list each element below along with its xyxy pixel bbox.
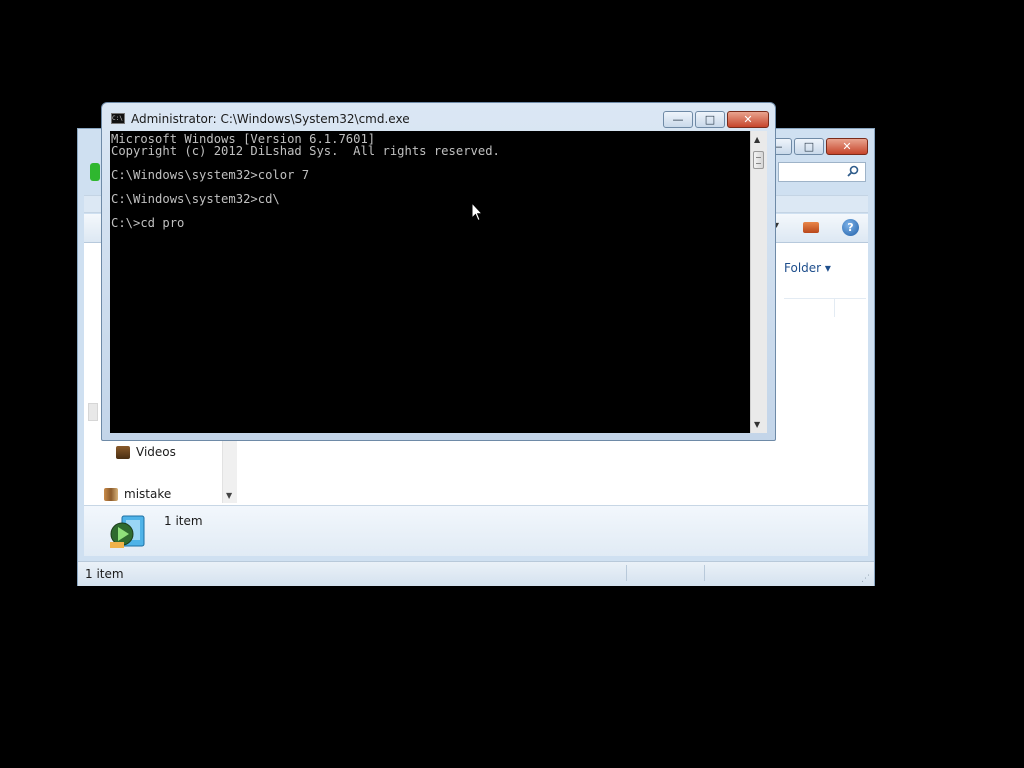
cmd-minimize-button[interactable]: —	[663, 111, 693, 128]
console-text: Microsoft Windows [Version 6.1.7601] Cop…	[110, 131, 750, 229]
scroll-down-icon[interactable]: ▼	[226, 491, 232, 500]
search-input[interactable]	[778, 162, 866, 182]
console-line: C:\Windows\system32>color 7	[111, 168, 310, 182]
nav-item-videos[interactable]: Videos	[116, 445, 176, 459]
nav-item-label: mistake	[124, 487, 172, 501]
nav-item-mistake[interactable]: mistake	[104, 487, 171, 501]
nav-scrollbar[interactable]: ▼	[222, 441, 237, 503]
console-line: Copyright (c) 2012 DiLshad Sys. All righ…	[111, 144, 500, 158]
scroll-up-icon[interactable]: ▲	[754, 135, 760, 144]
column-divider	[834, 299, 835, 317]
resize-grip-icon[interactable]: ⋰	[861, 574, 870, 584]
back-button[interactable]	[90, 163, 100, 181]
console-scrollbar[interactable]: ▲ ▼	[750, 131, 767, 433]
details-pane: 1 item	[84, 505, 868, 556]
status-divider	[704, 565, 705, 581]
column-divider	[784, 298, 866, 299]
nav-item-label: Videos	[136, 445, 176, 459]
explorer-window-controls: — □ ✕	[762, 138, 868, 155]
cmd-titlebar[interactable]: C:\ Administrator: C:\Windows\System32\c…	[102, 103, 775, 131]
scroll-down-icon[interactable]: ▼	[754, 420, 760, 429]
item-count: 1 item	[164, 514, 203, 528]
media-player-icon	[108, 512, 148, 552]
search-icon[interactable]	[847, 165, 859, 180]
console-line: C:\Windows\system32>cd\	[111, 192, 280, 206]
explorer-maximize-button[interactable]: □	[794, 138, 824, 155]
preview-pane-icon[interactable]	[803, 222, 819, 233]
console-output[interactable]: Microsoft Windows [Version 6.1.7601] Cop…	[110, 131, 750, 433]
navigation-pane: Videos mistake	[84, 441, 244, 503]
nav-scroll-thumb[interactable]	[88, 403, 98, 421]
mouse-cursor-icon	[471, 201, 484, 226]
arrange-by-folder-button[interactable]: Folder ▾	[784, 261, 831, 275]
cmd-close-button[interactable]: ✕	[727, 111, 769, 128]
status-bar: 1 item ⋰	[78, 561, 874, 586]
status-text: 1 item	[85, 567, 124, 581]
explorer-close-button[interactable]: ✕	[826, 138, 868, 155]
scroll-thumb[interactable]	[753, 151, 764, 169]
cmd-window-controls: — □ ✕	[663, 111, 769, 128]
console-line: C:\>cd pro	[111, 216, 185, 230]
cmd-maximize-button[interactable]: □	[695, 111, 725, 128]
cmd-window: C:\ Administrator: C:\Windows\System32\c…	[101, 102, 776, 441]
video-library-icon	[116, 445, 130, 459]
status-divider	[626, 565, 627, 581]
homegroup-user-icon	[104, 487, 118, 501]
cmd-app-icon[interactable]: C:\	[111, 113, 125, 124]
cmd-window-title: Administrator: C:\Windows\System32\cmd.e…	[131, 112, 410, 126]
help-icon[interactable]: ?	[842, 219, 859, 236]
